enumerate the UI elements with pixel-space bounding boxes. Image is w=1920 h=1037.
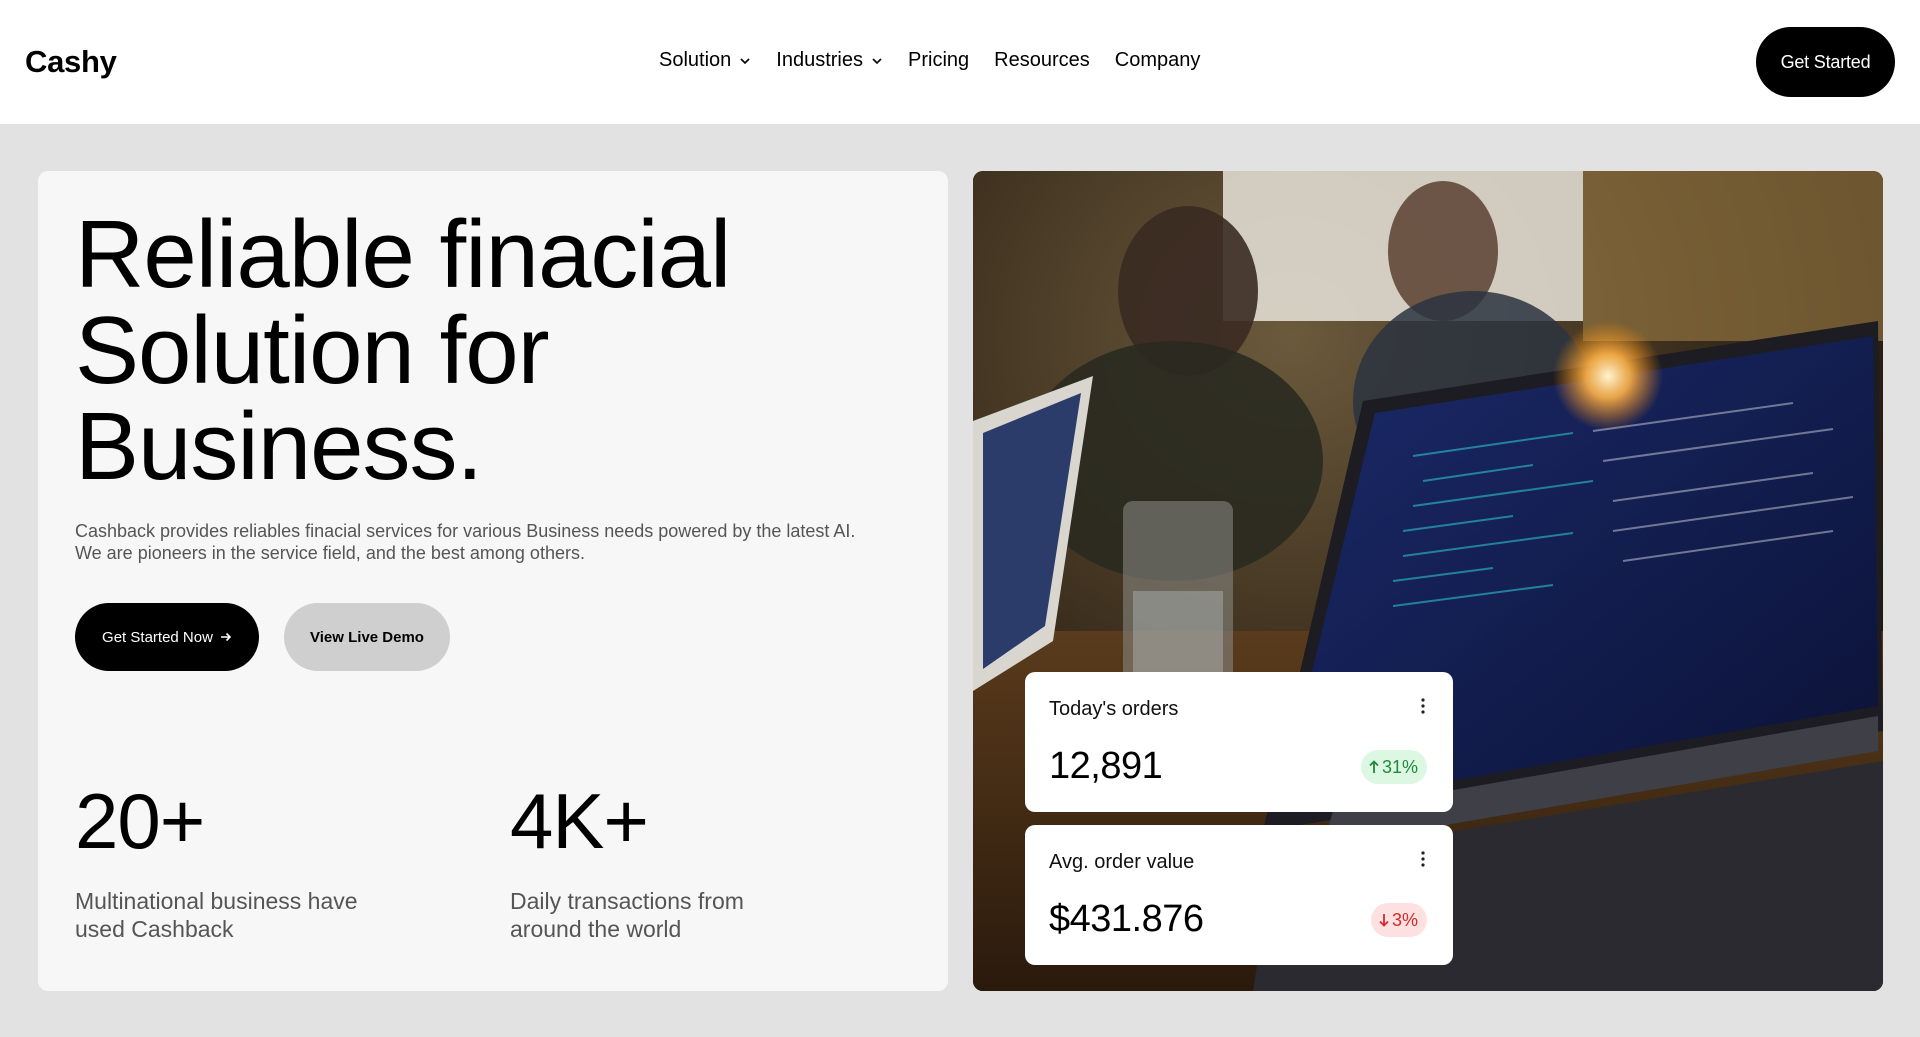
metric-card-todays-orders: Today's orders 12,891 31% (1025, 672, 1453, 812)
chevron-down-icon (739, 57, 751, 65)
nav-resources-label: Resources (994, 49, 1090, 71)
metric-title: Avg. order value (1049, 851, 1195, 873)
get-started-now-label: Get Started Now (102, 628, 213, 646)
change-value: 3% (1391, 909, 1418, 930)
stat-label-line: used Cashback (75, 916, 234, 942)
stat-label-line: Daily transactions from (510, 888, 744, 914)
metric-title: Today's orders (1049, 698, 1179, 720)
hero-description-line: We are pioneers in the service field, an… (75, 543, 585, 563)
nav-company[interactable]: Company (1115, 49, 1201, 72)
nav-resources[interactable]: Resources (994, 49, 1090, 72)
nav-solution[interactable]: Solution (659, 49, 751, 72)
change-value: 31% (1381, 756, 1418, 777)
change-badge-negative: 3% (1370, 903, 1427, 937)
stat-value: 4K+ (510, 777, 649, 865)
main-nav: Solution Industries Pricing Resources Co… (659, 49, 1225, 72)
hero-title-line: Solution for (75, 297, 550, 404)
arrow-down-icon (1378, 913, 1390, 927)
arrow-up-icon (1368, 760, 1380, 774)
stat-value: 20+ (75, 777, 205, 865)
more-vertical-icon[interactable] (1421, 698, 1425, 719)
hero-description: Cashback provides reliables finacial ser… (75, 520, 935, 564)
stat-transactions: 4K+ Daily transactions from around the w… (510, 781, 744, 943)
stat-label: Daily transactions from around the world (510, 887, 744, 943)
nav-company-label: Company (1114, 49, 1201, 71)
get-started-button[interactable]: Get Started (1756, 27, 1895, 97)
nav-solution-label: Solution (659, 49, 732, 71)
hero-card: Reliable finacial Solution for Business.… (38, 171, 948, 991)
more-vertical-icon[interactable] (1421, 851, 1425, 872)
nav-pricing-label: Pricing (908, 49, 970, 71)
hero-title-line: Reliable finacial (75, 201, 731, 308)
nav-industries-label: Industries (776, 49, 863, 71)
hero-description-line: Cashback provides reliables finacial ser… (75, 521, 856, 541)
chevron-down-icon (871, 57, 883, 65)
hero-title: Reliable finacial Solution for Business. (75, 207, 895, 495)
arrow-right-icon (220, 631, 232, 643)
metric-value: $431.876 (1049, 898, 1204, 940)
stat-label-line: around the world (510, 916, 682, 942)
metric-card-avg-order-value: Avg. order value $431.876 3% (1025, 825, 1453, 965)
stat-label-line: Multinational business have (75, 888, 358, 914)
hero-title-line: Business. (75, 393, 483, 500)
nav-industries[interactable]: Industries (776, 49, 883, 72)
stat-label: Multinational business have used Cashbac… (75, 887, 358, 943)
top-header: Cashy Solution Industries Pricing Resour… (0, 0, 1920, 124)
brand-logo[interactable]: Cashy (25, 44, 117, 80)
change-badge-positive: 31% (1360, 750, 1427, 784)
view-live-demo-button[interactable]: View Live Demo (284, 603, 450, 671)
stat-businesses: 20+ Multinational business have used Cas… (75, 781, 358, 943)
get-started-now-button[interactable]: Get Started Now (75, 603, 259, 671)
nav-pricing[interactable]: Pricing (908, 49, 969, 72)
metric-value: 12,891 (1049, 745, 1163, 787)
